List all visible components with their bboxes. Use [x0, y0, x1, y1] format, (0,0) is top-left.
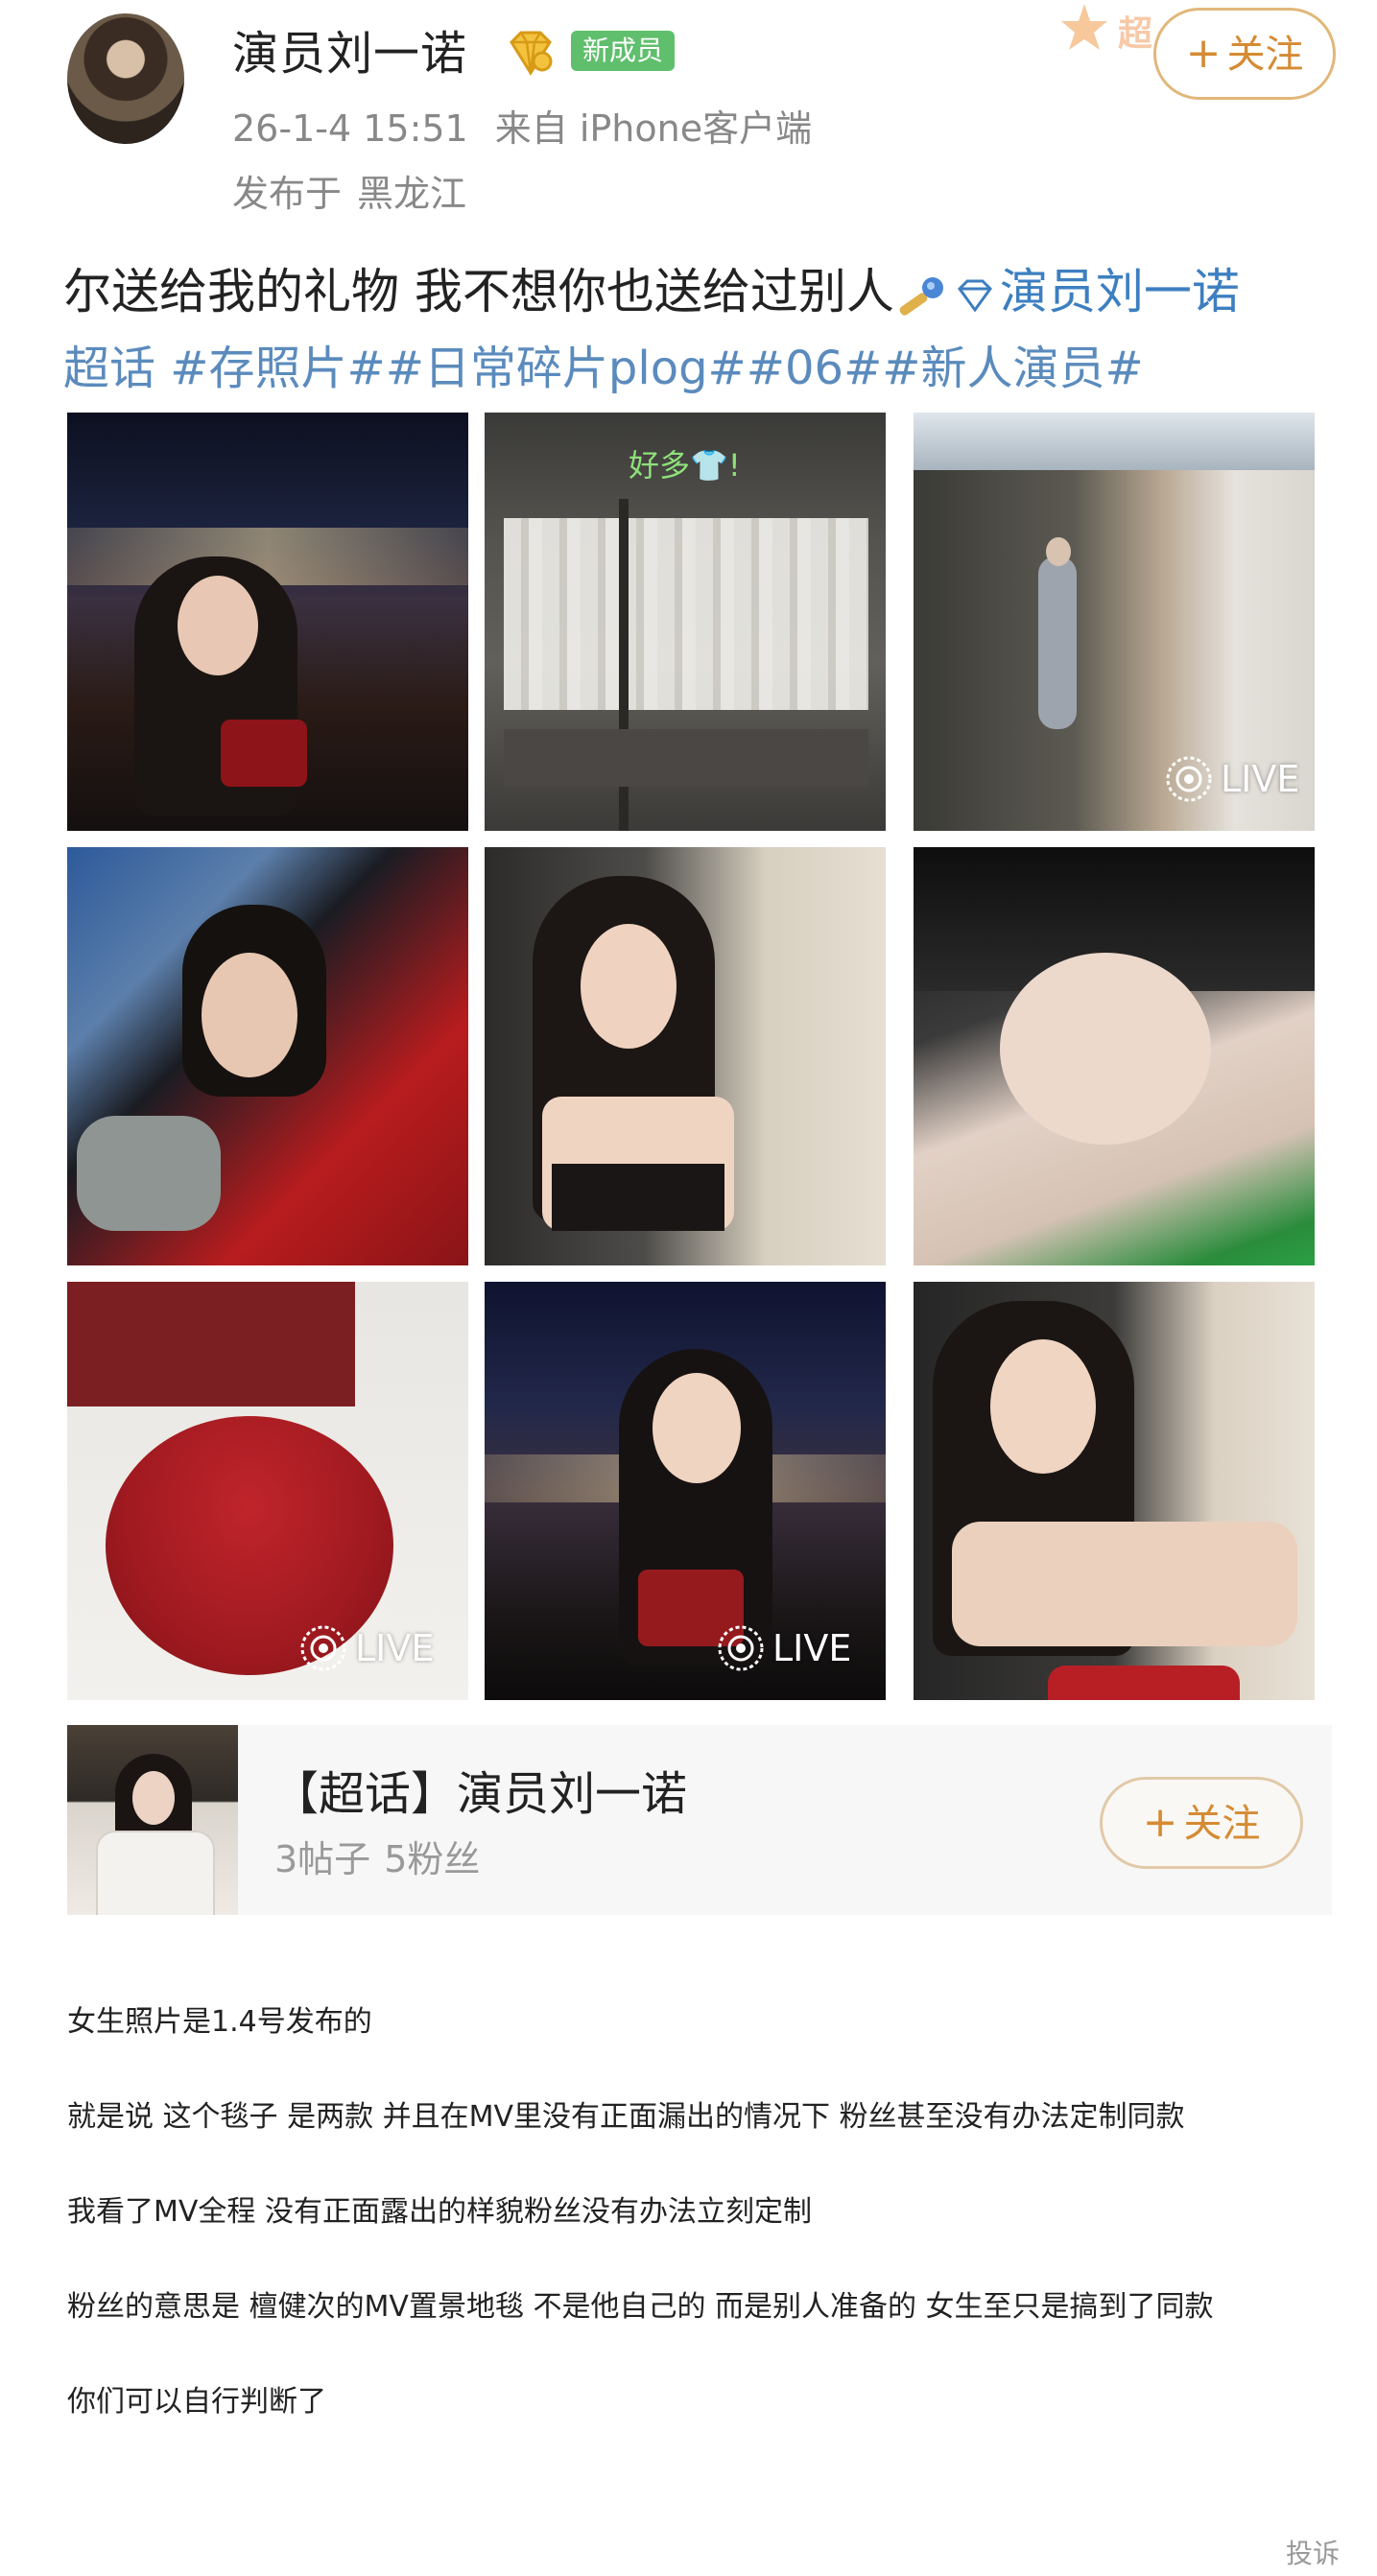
- supertopic-follow-button[interactable]: + 关注: [1100, 1777, 1303, 1869]
- photo-7-rug[interactable]: LIVE: [67, 1282, 468, 1700]
- source: 来自 iPhone客户端: [494, 107, 813, 150]
- supertopic-thumbnail: [67, 1725, 238, 1915]
- hashtags-line[interactable]: 超话 #存照片##日常碎片plog##06##新人演员#: [63, 334, 1144, 403]
- paragraph: 粉丝的意思是 檀健次的MV置景地毯 不是他自己的 而是别人准备的 女生至只是搞到…: [67, 2290, 1214, 2324]
- live-icon: [718, 1625, 764, 1671]
- paragraph: 就是说 这个毯子 是两款 并且在MV里没有正面漏出的情况下 粉丝甚至没有办法定制…: [67, 2100, 1185, 2134]
- closet-caption: 好多👕!: [629, 447, 741, 484]
- fans-count: 5粉丝: [384, 1838, 481, 1880]
- diamond-icon: [957, 279, 992, 313]
- live-icon: [300, 1625, 346, 1671]
- photo-6[interactable]: [914, 847, 1315, 1265]
- location: 发布于 黑龙江: [232, 169, 482, 219]
- live-badge: LIVE: [715, 1622, 851, 1674]
- photo-8[interactable]: LIVE: [485, 1282, 886, 1700]
- paragraph: 我看了MV全程 没有正面露出的样貌粉丝没有办法立刻定制: [67, 2195, 812, 2229]
- supertopic-title[interactable]: 【超话】演员刘一诺: [273, 1763, 687, 1825]
- photo-9[interactable]: [914, 1282, 1315, 1700]
- post-text: 尔送给我的礼物 我不想你也送给过别人: [63, 264, 894, 319]
- post-text-line-1: 尔送给我的礼物 我不想你也送给过别人 演员刘一诺: [63, 257, 1240, 326]
- paragraph: 女生照片是1.4号发布的: [67, 2005, 372, 2039]
- follow-label: 关注: [1226, 33, 1304, 77]
- live-icon: [1166, 756, 1212, 802]
- paragraph: 你们可以自行判断了: [67, 2385, 326, 2419]
- photo-4[interactable]: [67, 847, 468, 1265]
- follow-label: 关注: [1183, 1802, 1261, 1846]
- location-prefix: 发布于: [232, 173, 343, 215]
- live-badge: LIVE: [297, 1622, 434, 1674]
- follow-button[interactable]: + 关注: [1153, 8, 1336, 100]
- new-member-badge: 新成员: [571, 31, 676, 71]
- photo-1[interactable]: [67, 413, 468, 831]
- photo-2-closet[interactable]: 好多👕!: [485, 413, 886, 831]
- plus-icon: +: [1142, 1798, 1178, 1847]
- posts-count: 3帖子: [274, 1838, 371, 1880]
- username[interactable]: 演员刘一诺: [232, 23, 467, 84]
- photo-3[interactable]: LIVE: [914, 413, 1315, 831]
- live-badge: LIVE: [1163, 753, 1299, 805]
- live-label: LIVE: [355, 1627, 435, 1669]
- microphone-icon: [899, 276, 943, 316]
- location-name: 黑龙江: [357, 173, 467, 215]
- supertopic-meta: 3帖子 5粉丝: [274, 1834, 493, 1884]
- live-label: LIVE: [772, 1627, 852, 1669]
- plus-icon: +: [1185, 29, 1222, 78]
- post-meta: 26-1-4 15:51 来自 iPhone客户端: [232, 104, 839, 154]
- vip-diamond-icon: [510, 31, 553, 76]
- live-label: LIVE: [1221, 758, 1300, 800]
- report-link[interactable]: 投诉: [1286, 2533, 1340, 2571]
- avatar[interactable]: [67, 13, 184, 144]
- photo-5[interactable]: [485, 847, 886, 1265]
- mention-link[interactable]: 演员刘一诺: [1000, 264, 1240, 319]
- timestamp: 26-1-4 15:51: [232, 107, 468, 150]
